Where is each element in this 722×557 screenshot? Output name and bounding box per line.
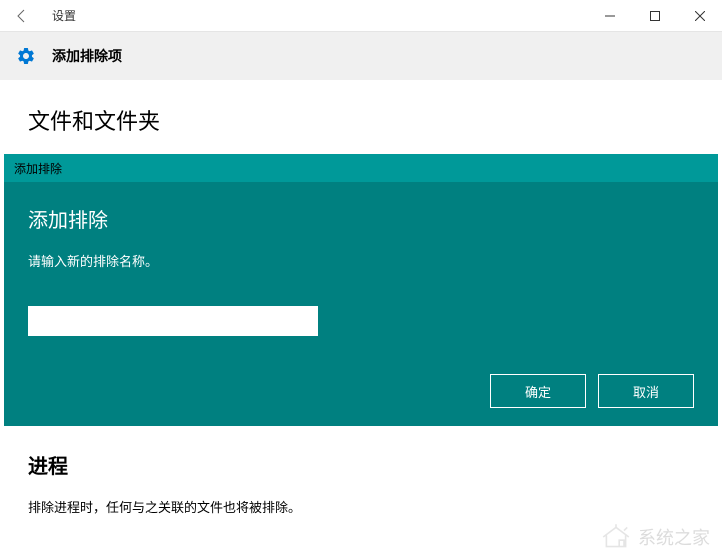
cancel-button[interactable]: 取消: [598, 374, 694, 408]
dialog-instruction: 请输入新的排除名称。: [28, 251, 694, 270]
ok-button[interactable]: 确定: [490, 374, 586, 408]
add-exclusion-dialog: 添加排除 添加排除 请输入新的排除名称。 确定 取消: [4, 154, 718, 426]
dialog-titlebar-text: 添加排除: [14, 160, 62, 177]
section-process-description: 排除进程时，任何与之关联的文件也将被排除。: [28, 497, 694, 516]
minimize-button[interactable]: [587, 0, 632, 32]
page-header: 添加排除项: [0, 32, 722, 80]
section-process: 进程 排除进程时，任何与之关联的文件也将被排除。: [0, 426, 722, 516]
dialog-heading: 添加排除: [28, 204, 694, 233]
window-controls: [587, 0, 722, 32]
dialog-titlebar: 添加排除: [4, 154, 718, 182]
house-icon: [600, 523, 632, 551]
gear-icon: [16, 46, 36, 66]
page-title: 添加排除项: [52, 46, 122, 66]
window-title: 设置: [52, 7, 76, 24]
content-area: 文件和文件夹: [0, 80, 722, 136]
exclusion-name-input[interactable]: [28, 306, 318, 336]
close-button[interactable]: [677, 0, 722, 32]
back-button[interactable]: [0, 0, 44, 32]
watermark: 系统之家: [600, 523, 710, 551]
titlebar-left: 设置: [0, 0, 587, 32]
section-process-title: 进程: [28, 450, 694, 479]
maximize-button[interactable]: [632, 0, 677, 32]
section-files-folders-title: 文件和文件夹: [28, 104, 694, 136]
dialog-body: 添加排除 请输入新的排除名称。 确定 取消: [4, 182, 718, 426]
watermark-text: 系统之家: [638, 524, 710, 550]
dialog-button-row: 确定 取消: [28, 374, 694, 408]
window-titlebar: 设置: [0, 0, 722, 32]
